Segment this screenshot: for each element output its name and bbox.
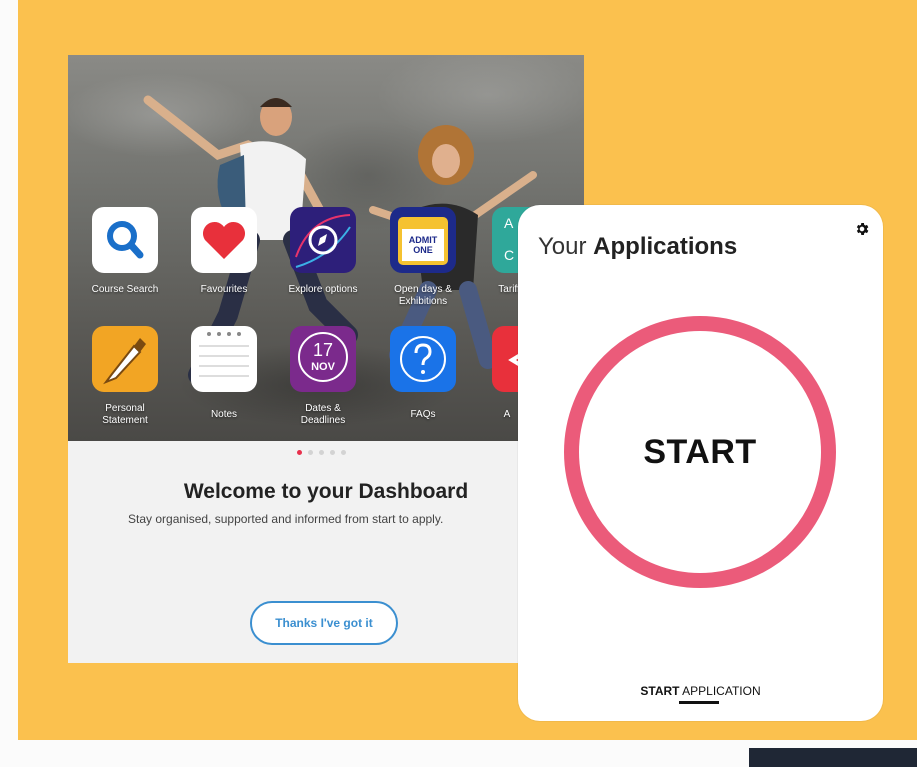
notes-app[interactable] (191, 326, 257, 392)
screenshot-frame: Course Search Favourites Explore options (0, 0, 917, 767)
course-search-label: Course Search (91, 284, 159, 295)
applications-title-bold: Applications (593, 233, 738, 260)
explore-options-app[interactable] (290, 207, 356, 273)
page-dots[interactable] (297, 450, 346, 456)
thanks-button[interactable]: Thanks I've got it (250, 601, 398, 645)
dark-corner-block (749, 748, 917, 767)
open-days-label: Open days & Exhibitions (394, 284, 452, 307)
hero-photo: Course Search Favourites Explore options (68, 55, 584, 441)
tab-start-bold: START (640, 684, 680, 698)
welcome-subtitle: Stay organised, supported and informed f… (128, 512, 444, 526)
ticket-text: ADMIT ONE (408, 235, 438, 255)
page-dot-5[interactable] (341, 450, 346, 455)
dashboard-card: Course Search Favourites Explore options (68, 55, 584, 663)
tab-underline (679, 701, 719, 704)
tariff-letter-a: A (504, 215, 514, 231)
calendar-day: 17 (312, 340, 334, 360)
heart-icon (202, 221, 246, 259)
open-days-app[interactable]: ADMIT ONE (390, 207, 456, 273)
page-dot-2[interactable] (308, 450, 313, 455)
search-icon (107, 221, 144, 259)
faqs-app[interactable] (390, 326, 456, 392)
start-ring-label: START (643, 432, 757, 471)
favourites-app[interactable] (191, 207, 257, 273)
gear-icon[interactable] (854, 221, 870, 237)
calendar-month: NOV (311, 361, 335, 373)
tab-start-application[interactable]: START APPLICATION (518, 684, 883, 698)
pen-icon (103, 338, 146, 385)
dates-deadlines-app[interactable]: 17 NOV (290, 326, 356, 392)
applications-card: Your Applications START START APPLICATIO… (518, 205, 883, 721)
personal-statement-app[interactable] (92, 326, 158, 392)
start-ring-button[interactable]: START (564, 316, 836, 588)
question-icon (400, 336, 446, 382)
tariff-letter-c: C (504, 247, 515, 263)
notes-icon (199, 332, 249, 377)
applications-title-regular: Your (538, 233, 587, 260)
notes-label: Notes (210, 409, 238, 420)
personal-statement-label: Personal Statement (102, 403, 148, 426)
course-search-app[interactable] (92, 207, 158, 273)
favourites-label: Favourites (200, 284, 248, 295)
explore-options-label: Explore options (288, 284, 358, 295)
welcome-title: Welcome to your Dashboard (183, 480, 469, 503)
tab-start-regular: APPLICATION (682, 684, 761, 698)
dates-deadlines-label: Dates & Deadlines (300, 403, 346, 426)
applications-title: Your Applications (538, 233, 737, 261)
page-dot-1[interactable] (297, 450, 302, 455)
page-dot-4[interactable] (330, 450, 335, 455)
compass-icon (295, 214, 351, 268)
page-dot-3[interactable] (319, 450, 324, 455)
faqs-label: FAQs (410, 409, 436, 420)
